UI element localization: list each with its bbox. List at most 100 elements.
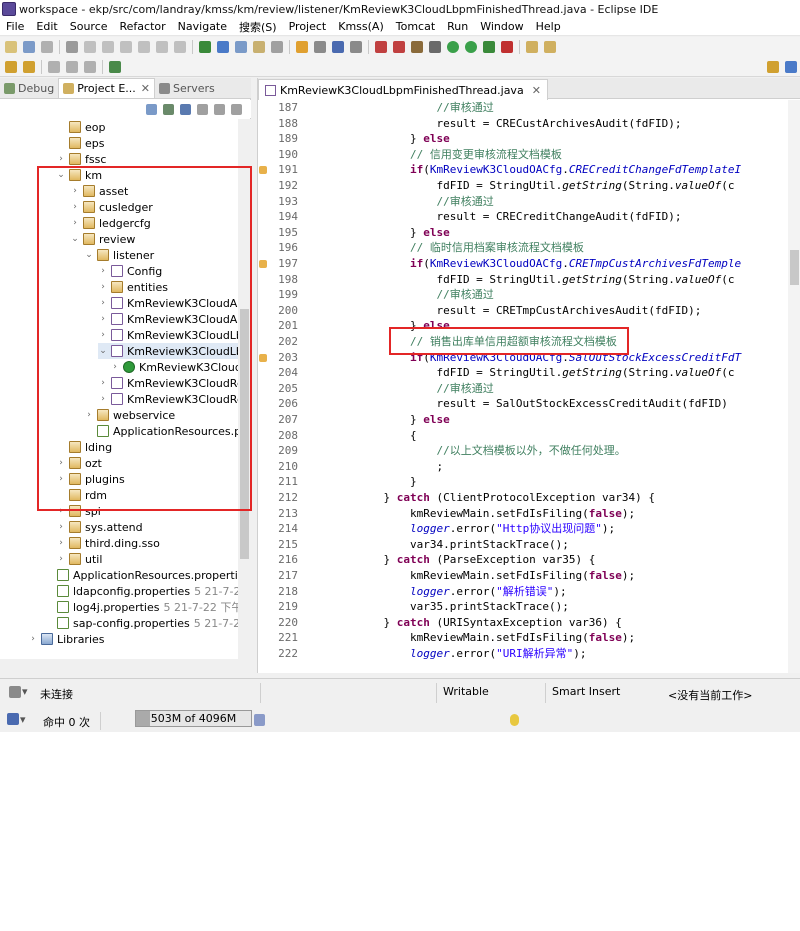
block-selection-icon[interactable] <box>235 41 247 53</box>
tree-item[interactable]: › asset <box>70 183 128 199</box>
link-with-editor-icon[interactable] <box>163 103 174 115</box>
format-icon[interactable] <box>314 41 326 53</box>
expand-arrow-icon[interactable] <box>44 599 54 615</box>
tree-item[interactable]: › Libraries <box>28 631 104 647</box>
tree-item[interactable]: ⌄ listener <box>84 247 154 263</box>
pin-editor-icon[interactable] <box>109 60 121 73</box>
dropdown-icon[interactable]: ▾ <box>20 713 26 726</box>
expand-arrow-icon[interactable]: › <box>98 263 108 279</box>
console-icon[interactable] <box>332 41 344 53</box>
forward-icon[interactable] <box>84 60 96 73</box>
tree-item[interactable]: › KmReviewK3CloudAban <box>98 311 238 327</box>
word-wrap-icon[interactable] <box>253 41 265 53</box>
console-view-icon[interactable] <box>9 686 21 698</box>
collapse-all-icon[interactable] <box>146 103 157 115</box>
new-package-icon[interactable] <box>526 41 538 53</box>
expand-arrow-icon[interactable] <box>56 119 66 135</box>
previous-annotation-icon[interactable] <box>23 60 35 73</box>
suspend-icon[interactable] <box>102 41 114 53</box>
save-all-icon[interactable] <box>41 41 53 53</box>
tree-item[interactable]: › ozt <box>56 455 102 471</box>
tree-item[interactable]: › fssc <box>56 151 106 167</box>
tab-servers[interactable]: Servers <box>155 78 219 98</box>
expand-arrow-icon[interactable]: › <box>56 471 66 487</box>
tree-horizontal-scrollbar[interactable] <box>0 659 251 673</box>
filter-icon[interactable] <box>180 103 191 115</box>
expand-arrow-icon[interactable]: › <box>98 327 108 343</box>
tomcat-icon[interactable] <box>411 41 423 53</box>
collapse-arrow-icon[interactable]: ⌄ <box>70 231 80 247</box>
scrollbar-thumb[interactable] <box>240 309 249 559</box>
code-area[interactable]: 187 //审核通过 188 result = CRECustArchivesAu… <box>258 100 788 673</box>
collapse-arrow-icon[interactable]: ⌄ <box>98 343 108 359</box>
perspective-icon[interactable] <box>767 60 779 73</box>
tree-item[interactable]: ApplicationResources.prop <box>84 423 238 439</box>
expand-arrow-icon[interactable] <box>44 583 54 599</box>
step-return-icon[interactable] <box>174 41 186 53</box>
tab-debug[interactable]: Debug <box>0 78 58 98</box>
expand-arrow-icon[interactable]: › <box>28 631 38 647</box>
menu-run[interactable]: Run <box>441 20 474 33</box>
tree-item[interactable]: › KmReviewK3CloudRefus <box>98 375 238 391</box>
expand-arrow-icon[interactable]: › <box>56 503 66 519</box>
expand-arrow-icon[interactable] <box>84 423 94 439</box>
scrollbar-thumb[interactable] <box>790 250 799 285</box>
tree-item[interactable]: › entities <box>98 279 168 295</box>
task-icon[interactable] <box>296 41 308 53</box>
bug-icon[interactable] <box>375 41 387 53</box>
next-annotation-icon[interactable] <box>5 60 17 73</box>
tree-item[interactable]: › KmReviewK3CloudRefus <box>98 391 238 407</box>
menu-refactor[interactable]: Refactor <box>114 20 172 33</box>
tree-item[interactable]: ApplicationResources.properties5 <box>44 567 238 583</box>
expand-arrow-icon[interactable]: › <box>56 455 66 471</box>
tree-item[interactable]: › third.ding.sso <box>56 535 160 551</box>
dropdown-icon[interactable]: ▾ <box>22 685 28 698</box>
tree-item[interactable]: lding <box>56 439 112 455</box>
tree-item[interactable]: › cusledger <box>70 199 153 215</box>
menu-project[interactable]: Project <box>283 20 333 33</box>
expand-arrow-icon[interactable]: › <box>98 311 108 327</box>
expand-arrow-icon[interactable] <box>56 487 66 503</box>
expand-arrow-icon[interactable]: › <box>56 519 66 535</box>
show-whitespace-icon[interactable] <box>271 41 283 53</box>
resume-icon[interactable] <box>84 41 96 53</box>
tree-item[interactable]: eps <box>56 135 104 151</box>
editor-vertical-scrollbar[interactable] <box>788 100 800 673</box>
plugin-status-icon[interactable] <box>7 713 19 725</box>
menu-help[interactable]: Help <box>530 20 567 33</box>
gear-icon[interactable] <box>429 41 441 53</box>
close-icon[interactable]: ✕ <box>141 82 150 95</box>
external-tools-icon[interactable] <box>501 41 513 53</box>
tree-item[interactable]: › Config <box>98 263 162 279</box>
tree-vertical-scrollbar[interactable] <box>238 119 251 673</box>
expand-arrow-icon[interactable] <box>56 439 66 455</box>
menu-source[interactable]: Source <box>64 20 114 33</box>
stop-icon[interactable] <box>393 41 405 53</box>
tree-item[interactable]: › spi <box>56 503 101 519</box>
expand-arrow-icon[interactable] <box>56 135 66 151</box>
step-over-icon[interactable] <box>156 41 168 53</box>
save-icon[interactable] <box>23 41 35 53</box>
menu-edit[interactable]: Edit <box>30 20 63 33</box>
expand-arrow-icon[interactable] <box>44 567 54 583</box>
last-edit-location-icon[interactable] <box>48 60 60 73</box>
open-type-icon[interactable] <box>199 41 211 53</box>
maximize-icon[interactable] <box>231 103 242 115</box>
tree-item[interactable]: › ledgercfg <box>70 215 151 231</box>
properties-icon[interactable] <box>350 41 362 53</box>
debug-run-icon[interactable] <box>447 41 459 53</box>
memory-bar[interactable]: 503M of 4096M <box>135 710 252 727</box>
collapse-arrow-icon[interactable]: ⌄ <box>56 167 66 183</box>
run-icon[interactable] <box>465 41 477 53</box>
step-into-icon[interactable] <box>138 41 150 53</box>
tree-item[interactable]: › util <box>56 551 102 567</box>
menu-tomcat[interactable]: Tomcat <box>390 20 441 33</box>
expand-arrow-icon[interactable]: › <box>84 407 94 423</box>
java-perspective-icon[interactable] <box>785 60 797 73</box>
back-icon[interactable] <box>66 60 78 73</box>
tree-item[interactable]: › sys.attend <box>56 519 142 535</box>
menu-kmss[interactable]: Kmss(A) <box>332 20 390 33</box>
tree-item[interactable]: › plugins <box>56 471 125 487</box>
expand-arrow-icon[interactable]: › <box>98 279 108 295</box>
tree-item[interactable]: › KmReviewK3CloudAban <box>98 295 238 311</box>
